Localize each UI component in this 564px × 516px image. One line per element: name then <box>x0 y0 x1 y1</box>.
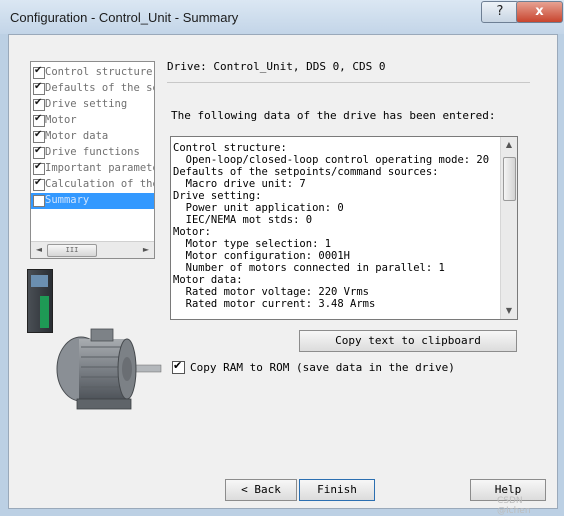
close-button[interactable]: x <box>516 1 563 23</box>
tree-item-checkbox[interactable] <box>33 177 45 191</box>
tree-item[interactable]: Defaults of the se <box>31 81 154 97</box>
summary-vertical-scrollbar[interactable]: ▲ ▼ <box>500 137 517 319</box>
tree-item[interactable]: Motor data <box>31 129 154 145</box>
summary-line: Motor type selection: 1 <box>173 238 332 250</box>
title-bar[interactable]: Configuration - Control_Unit - Summary ?… <box>0 0 564 34</box>
copy-ram-to-rom-checkbox[interactable] <box>172 359 185 374</box>
drive-info-label: Drive: Control_Unit, DDS 0, CDS 0 <box>167 60 386 73</box>
motor-image <box>56 328 162 410</box>
drive-unit-image <box>27 269 53 333</box>
tree-item-checkbox[interactable] <box>33 195 45 207</box>
summary-textbox[interactable]: Control structure: Open-loop/closed-loop… <box>170 136 518 320</box>
tree-item-label: Defaults of the se <box>45 82 154 94</box>
tree-item-checkbox[interactable] <box>33 161 45 175</box>
scroll-down-arrow-icon[interactable]: ▼ <box>502 304 516 318</box>
summary-line: IEC/NEMA mot stds: 0 <box>173 214 313 226</box>
scroll-left-arrow-icon[interactable]: ◄ <box>32 243 46 257</box>
summary-line: Open-loop/closed-loop control operating … <box>173 154 490 166</box>
summary-line: Defaults of the setpoints/command source… <box>173 166 439 178</box>
separator <box>167 82 530 83</box>
summary-line: Motor data: <box>173 274 243 286</box>
summary-line: Drive setting: <box>173 190 262 202</box>
tree-item-label: Calculation of the <box>45 178 154 190</box>
scroll-thumb[interactable]: III <box>47 244 97 257</box>
copy-ram-to-rom-label: Copy RAM to ROM (save data in the drive) <box>190 361 455 374</box>
scroll-right-arrow-icon[interactable]: ► <box>139 243 153 257</box>
summary-line: Control structure: <box>173 142 287 154</box>
window-title: Configuration - Control_Unit - Summary <box>10 10 239 25</box>
tree-item-label: Motor data <box>45 130 109 142</box>
tree-item-checkbox[interactable] <box>33 81 45 95</box>
tree-item-label: Important paramete <box>45 162 154 174</box>
finish-button[interactable]: Finish <box>299 479 375 501</box>
navigation-tree[interactable]: Control structure Defaults of the se Drive… <box>30 61 155 259</box>
scroll-thumb[interactable] <box>503 157 516 201</box>
summary-line: Rated motor voltage: 220 Vrms <box>173 286 369 298</box>
tree-horizontal-scrollbar[interactable]: ◄ III ► <box>31 241 154 258</box>
scroll-up-arrow-icon[interactable]: ▲ <box>502 138 516 152</box>
tree-item-checkbox[interactable] <box>33 113 45 127</box>
watermark: CSDN @Ichen <box>497 496 531 516</box>
tree-item-checkbox[interactable] <box>33 97 45 111</box>
tree-item[interactable]: Drive functions <box>31 145 154 161</box>
tree-item[interactable]: Important paramete <box>31 161 154 177</box>
tree-item-label: Control structure <box>45 66 153 78</box>
tree-item[interactable]: Control structure <box>31 65 154 81</box>
summary-line: Motor configuration: 0001H <box>173 250 351 262</box>
tree-item-label: Motor <box>45 114 77 126</box>
tree-item[interactable]: Calculation of the <box>31 177 154 193</box>
summary-line: Macro drive unit: 7 <box>173 178 306 190</box>
tree-item[interactable]: Summary <box>31 193 154 209</box>
tree-item[interactable]: Motor <box>31 113 154 129</box>
summary-line: Power unit application: 0 <box>173 202 344 214</box>
intro-label: The following data of the drive has been… <box>171 109 496 122</box>
copy-to-clipboard-button[interactable]: Copy text to clipboard <box>299 330 517 352</box>
tree-item-label: Summary <box>45 194 90 206</box>
dialog-client-area: Control structure Defaults of the se Drive… <box>8 34 558 516</box>
tree-item-checkbox[interactable] <box>33 65 45 79</box>
tree-item-label: Drive functions <box>45 146 140 158</box>
tree-item-checkbox[interactable] <box>33 145 45 159</box>
tree-item-label: Drive setting <box>45 98 128 110</box>
summary-line: Rated motor current: 3.48 Arms <box>173 298 376 310</box>
help-title-button[interactable]: ? <box>481 1 519 23</box>
tree-item[interactable]: Drive setting <box>31 97 154 113</box>
summary-line: Number of motors connected in parallel: … <box>173 262 445 274</box>
tree-item-checkbox[interactable] <box>33 129 45 143</box>
summary-line: Motor: <box>173 226 211 238</box>
back-button[interactable]: < Back <box>225 479 297 501</box>
